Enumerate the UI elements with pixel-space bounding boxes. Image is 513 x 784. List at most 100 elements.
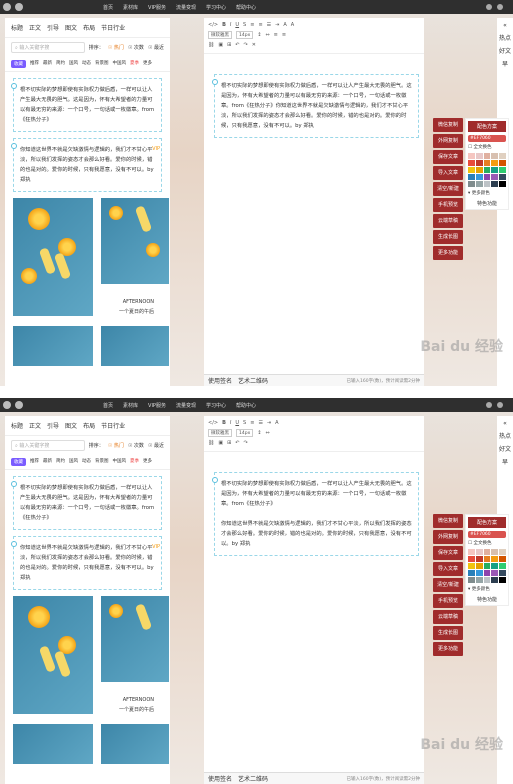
color-swatch[interactable] bbox=[499, 181, 506, 187]
color-swatch[interactable] bbox=[483, 577, 491, 583]
tab-layout[interactable]: 布局 bbox=[83, 23, 95, 32]
more-functions-button[interactable]: 更多功能 bbox=[433, 246, 463, 260]
subtab[interactable]: 夏季 bbox=[130, 60, 139, 68]
italic-button[interactable]: I bbox=[230, 420, 231, 426]
external-copy-button[interactable]: 外网复制 bbox=[433, 134, 463, 148]
align-icon[interactable]: ≡ bbox=[258, 22, 262, 28]
clear-new-button[interactable]: 清空/新建 bbox=[433, 578, 463, 592]
tab-body[interactable]: 正文 bbox=[29, 421, 41, 430]
link-icon[interactable]: ⛓ bbox=[208, 42, 214, 48]
color-swatch[interactable] bbox=[475, 167, 483, 173]
subtab[interactable]: 夏季 bbox=[130, 458, 139, 466]
template-card[interactable]: 你知道这世界不就是欠缺激情与逻辑的，我们才不甘心平淡，所以我们发挥的姿态才会那么… bbox=[11, 536, 162, 590]
subtab[interactable]: 背景图 bbox=[95, 458, 109, 466]
long-image-button[interactable]: 生成长图 bbox=[433, 626, 463, 640]
align-icon[interactable]: ≡ bbox=[250, 22, 254, 28]
color-swatch[interactable] bbox=[468, 181, 475, 187]
color-swatch[interactable] bbox=[499, 577, 506, 583]
subtab[interactable]: 中国风 bbox=[113, 458, 127, 466]
color-swatch[interactable] bbox=[468, 556, 475, 562]
side-tab[interactable]: 热点 bbox=[499, 33, 511, 42]
align-icon[interactable]: ≡ bbox=[250, 420, 254, 426]
collapse-icon[interactable]: « bbox=[503, 420, 507, 427]
nav-item[interactable]: 帮助中心 bbox=[236, 402, 256, 409]
color-swatch[interactable] bbox=[475, 153, 483, 159]
align-icon[interactable]: ≡ bbox=[274, 32, 278, 38]
font-select[interactable]: 微软雅黑 bbox=[208, 429, 232, 437]
wechat-copy-button[interactable]: 微信复制 bbox=[433, 514, 463, 528]
line-height-icon[interactable]: ↕ bbox=[257, 430, 261, 436]
more-functions-button[interactable]: 更多功能 bbox=[433, 642, 463, 656]
tab-festival[interactable]: 节日行业 bbox=[101, 421, 125, 430]
nav-item[interactable]: 素材库 bbox=[123, 4, 138, 11]
underline-button[interactable]: U bbox=[235, 420, 239, 426]
italic-button[interactable]: I bbox=[230, 22, 231, 28]
external-copy-button[interactable]: 外网复制 bbox=[433, 530, 463, 544]
color-swatch[interactable] bbox=[499, 174, 506, 180]
tab-guide[interactable]: 引导 bbox=[47, 421, 59, 430]
link-icon[interactable]: ⛓ bbox=[208, 440, 214, 446]
line-height-icon[interactable]: ↕ bbox=[257, 32, 261, 38]
sort-count[interactable]: ☉ 次数 bbox=[128, 44, 144, 51]
color-swatch[interactable] bbox=[499, 570, 506, 576]
editor-content-card[interactable]: 根不切实际的梦想即使有实际权力做后盾，一样可以让人产生最大无畏的胆气。这是因为，… bbox=[212, 472, 419, 556]
color-swatch[interactable] bbox=[499, 167, 506, 173]
subtab[interactable]: 中国风 bbox=[113, 60, 127, 68]
color-swatch[interactable] bbox=[499, 160, 506, 166]
nav-item[interactable]: 学习中心 bbox=[206, 4, 226, 11]
nav-item[interactable]: 流量变现 bbox=[176, 402, 196, 409]
color-swatch[interactable] bbox=[475, 549, 483, 555]
color-swatch[interactable] bbox=[468, 174, 475, 180]
strike-button[interactable]: S bbox=[243, 22, 246, 28]
side-tab[interactable]: 早 bbox=[502, 59, 508, 68]
nav-item[interactable]: 帮助中心 bbox=[236, 4, 256, 11]
mobile-preview-button[interactable]: 手机预览 bbox=[433, 594, 463, 608]
qrcode-button[interactable]: 艺术二维码 bbox=[238, 774, 268, 783]
subtab[interactable]: 动态 bbox=[82, 458, 91, 466]
template-card[interactable]: 根不切实际的梦想即使有实际权力做后盾，一样可以让人产生最大无畏的胆气。这是因为，… bbox=[11, 78, 162, 132]
collapse-icon[interactable]: « bbox=[503, 22, 507, 29]
color-swatch[interactable] bbox=[499, 153, 506, 159]
notification-icon[interactable] bbox=[486, 4, 492, 10]
nav-item[interactable]: 流量变现 bbox=[176, 4, 196, 11]
indent-icon[interactable]: ⇥ bbox=[267, 420, 271, 426]
nav-item[interactable]: 首页 bbox=[103, 4, 113, 11]
color-swatch[interactable] bbox=[475, 556, 483, 562]
tab-title[interactable]: 标题 bbox=[11, 421, 23, 430]
mobile-preview-button[interactable]: 手机预览 bbox=[433, 198, 463, 212]
color-swatch[interactable] bbox=[475, 160, 483, 166]
tab-guide[interactable]: 引导 bbox=[47, 23, 59, 32]
size-select[interactable]: 14px bbox=[236, 429, 254, 437]
sort-count[interactable]: ☉ 次数 bbox=[128, 442, 144, 449]
underline-button[interactable]: U bbox=[235, 22, 239, 28]
color-swatch[interactable] bbox=[475, 174, 483, 180]
color-swatch[interactable] bbox=[491, 570, 499, 576]
color-swatch[interactable] bbox=[483, 167, 491, 173]
spacing-icon[interactable]: ⇔ bbox=[265, 32, 269, 38]
color-swatch[interactable] bbox=[491, 563, 499, 569]
save-article-button[interactable]: 保存文章 bbox=[433, 546, 463, 560]
scheme-color-picker[interactable]: #EF7060 bbox=[468, 531, 506, 538]
color-swatch[interactable] bbox=[491, 153, 499, 159]
color-swatch[interactable] bbox=[475, 570, 483, 576]
color-swatch[interactable] bbox=[483, 160, 491, 166]
full-color-checkbox[interactable]: ☐ 全文换色 bbox=[468, 144, 506, 150]
color-swatch[interactable] bbox=[483, 570, 491, 576]
color-swatch[interactable] bbox=[491, 167, 499, 173]
code-icon[interactable]: </> bbox=[208, 22, 218, 28]
table-icon[interactable]: ⊞ bbox=[227, 440, 231, 446]
color-swatch[interactable] bbox=[483, 563, 491, 569]
color-swatch[interactable] bbox=[468, 549, 475, 555]
user-avatar[interactable] bbox=[497, 402, 503, 408]
color-swatch[interactable] bbox=[483, 153, 491, 159]
refresh-icon[interactable] bbox=[15, 3, 23, 11]
cloud-draft-button[interactable]: 云端草稿 bbox=[433, 214, 463, 228]
color-swatch[interactable] bbox=[475, 563, 483, 569]
image-template[interactable]: AFTERNOON 一个夏日的午后 bbox=[13, 198, 169, 386]
editor-content-card[interactable]: 根不切实际的梦想即使有实际权力做后盾，一样可以让人产生最大无畏的胆气。这是因为，… bbox=[212, 74, 419, 138]
align-icon[interactable]: ≡ bbox=[282, 32, 286, 38]
long-image-button[interactable]: 生成长图 bbox=[433, 230, 463, 244]
color-swatch[interactable] bbox=[468, 153, 475, 159]
subtab[interactable]: 推荐 bbox=[30, 60, 39, 68]
subtab[interactable]: 动态 bbox=[82, 60, 91, 68]
